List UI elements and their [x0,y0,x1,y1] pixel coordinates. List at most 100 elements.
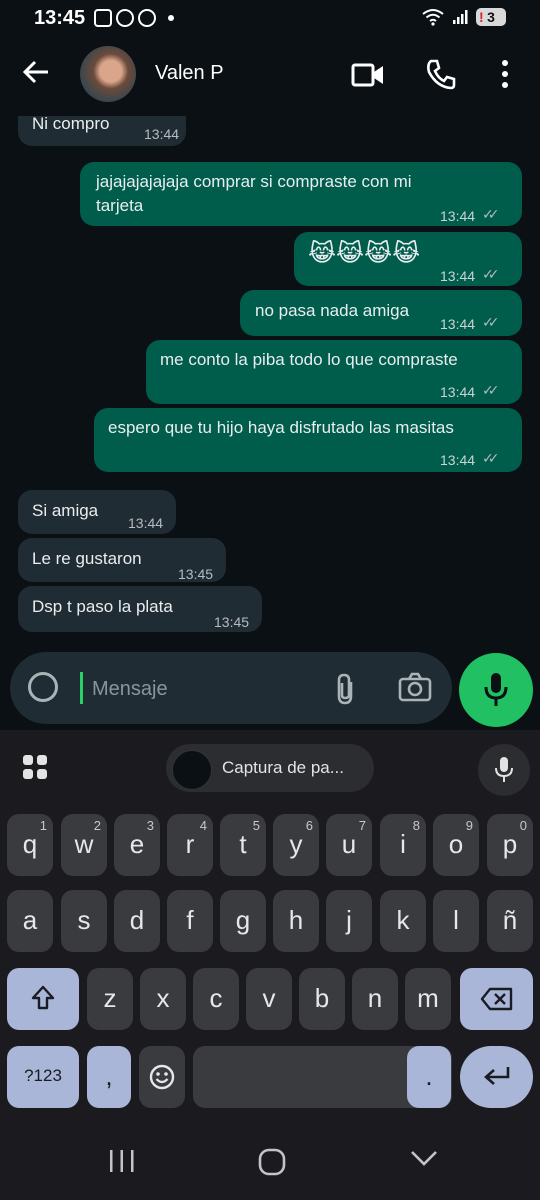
symbols-key[interactable]: ?123 [7,1046,79,1108]
message-time: 13:44 [440,208,476,224]
incoming-message[interactable]: Ni compro 13:44 [18,116,186,146]
key-enye[interactable]: ñ [487,890,533,952]
key-u[interactable]: u7 [326,814,372,876]
key-q[interactable]: q1 [7,814,53,876]
message-text-line-2: tarjeta [96,196,144,215]
key-m[interactable]: m [405,968,451,1030]
key-w[interactable]: w2 [61,814,107,876]
message-time: 13:44 [440,268,476,284]
clipboard-suggestion-chip[interactable]: Captura de pa... [166,744,374,792]
double-check-icon: ✓✓ [482,314,500,330]
microphone-icon [495,757,513,782]
enter-key[interactable] [460,1046,533,1108]
message-text: espero que tu hijo haya disfrutado las m… [108,418,454,437]
clipboard-suggestion-label: Captura de pa... [222,758,344,777]
key-p[interactable]: p0 [487,814,533,876]
outgoing-message[interactable]: jajajajajajaja comprar si compraste con … [80,162,522,226]
wifi-icon [422,9,444,26]
message-time: 13:44 [144,126,180,142]
key-g[interactable]: g [220,890,266,952]
key-b[interactable]: b [299,968,345,1030]
double-check-icon: ✓✓ [482,450,500,466]
message-time: 13:45 [178,566,214,582]
comma-key[interactable]: , [87,1046,131,1108]
key-l[interactable]: l [433,890,479,952]
key-j[interactable]: j [326,890,372,952]
key-a[interactable]: a [7,890,53,952]
backspace-key[interactable] [460,968,533,1030]
outgoing-message[interactable]: no pasa nada amiga 13:44 ✓✓ [240,290,522,336]
recent-apps-icon[interactable] [108,1148,136,1174]
more-options-icon[interactable] [500,58,510,90]
incoming-message[interactable]: Le re gustaron 13:45 [18,538,226,582]
whatsapp-icon [116,9,134,27]
double-check-icon: ✓✓ [482,206,500,222]
home-icon[interactable] [258,1148,286,1176]
battery-level: 3 [487,9,495,25]
back-chevron-icon[interactable] [410,1148,438,1168]
system-navigation-bar [0,1120,540,1200]
key-z[interactable]: z [87,968,133,1030]
incoming-message[interactable]: Si amiga 13:44 [18,490,176,534]
key-x[interactable]: x [140,968,186,1030]
voice-typing-button[interactable] [478,744,530,796]
text-cursor [80,672,83,704]
status-bar: 13:45 ! 3 [0,0,540,36]
emoji-key[interactable] [139,1046,185,1108]
key-d[interactable]: d [114,890,160,952]
key-y[interactable]: y6 [273,814,319,876]
key-v[interactable]: v [246,968,292,1030]
smiley-icon [149,1064,175,1090]
message-text: no pasa nada amiga [255,301,410,320]
message-time: 13:44 [440,384,476,400]
signal-icon [453,10,468,24]
notification-icons [94,9,174,27]
outgoing-message[interactable]: me conto la piba todo lo que compraste 1… [146,340,522,404]
camera-icon[interactable] [398,672,432,702]
message-list[interactable]: Ni compro 13:44 jajajajajajaja comprar s… [0,116,540,652]
incoming-message[interactable]: Dsp t paso la plata 13:45 [18,586,262,632]
period-key[interactable]: . [407,1046,451,1108]
avatar[interactable] [80,46,136,102]
shift-arrow-icon [31,985,55,1010]
backspace-icon [480,987,512,1011]
whatsapp-icon [138,9,156,27]
screenshot-icon [94,9,112,27]
key-i[interactable]: i8 [380,814,426,876]
message-text-line-1: jajajajajajaja comprar si compraste con … [96,172,412,191]
shift-key[interactable] [7,968,79,1030]
chat-header: Valen P [0,36,540,116]
video-call-icon[interactable] [351,58,385,92]
key-k[interactable]: k [380,890,426,952]
outgoing-message[interactable]: 😹😹😹😹 13:44 ✓✓ [294,232,522,286]
double-check-icon: ✓✓ [482,382,500,398]
battery-icon: ! 3 [476,8,506,26]
key-s[interactable]: s [61,890,107,952]
key-o[interactable]: o9 [433,814,479,876]
outgoing-message[interactable]: espero que tu hijo haya disfrutado las m… [94,408,522,472]
attach-paperclip-icon[interactable] [332,672,360,706]
double-check-icon: ✓✓ [482,266,500,282]
voice-message-button[interactable] [459,653,533,727]
enter-arrow-icon [483,1067,509,1085]
message-text: Si amiga [32,501,99,520]
key-e[interactable]: e3 [114,814,160,876]
sticker-emoji-icon[interactable] [28,672,58,702]
message-time: 13:45 [214,614,250,630]
contact-name[interactable]: Valen P [155,62,224,85]
key-r[interactable]: r4 [167,814,213,876]
key-h[interactable]: h [273,890,319,952]
key-t[interactable]: t5 [220,814,266,876]
message-input[interactable] [90,670,314,708]
suggestion-bar: Captura de pa... [0,730,540,800]
key-c[interactable]: c [193,968,239,1030]
message-time: 13:44 [440,452,476,468]
apps-grid-icon[interactable] [22,754,48,780]
key-f[interactable]: f [167,890,213,952]
phone-call-icon[interactable] [425,58,457,90]
key-n[interactable]: n [352,968,398,1030]
back-arrow-icon[interactable] [22,58,50,95]
message-text: Ni compro [32,116,110,133]
message-emoji: 😹😹😹😹 [308,240,421,267]
status-time: 13:45 [34,7,86,29]
